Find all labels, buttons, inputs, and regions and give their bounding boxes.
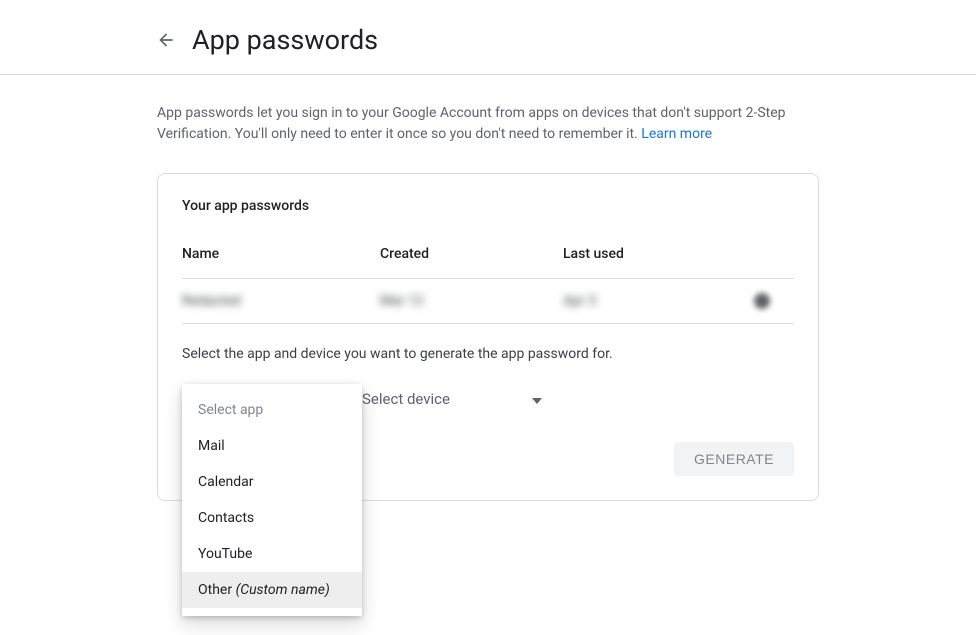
row-name: Redacted [182, 293, 380, 309]
app-passwords-card: Your app passwords Name Created Last use… [157, 173, 819, 501]
select-device-label: Select device [362, 390, 450, 408]
column-name: Name [182, 246, 380, 262]
dropdown-item-calendar[interactable]: Calendar [182, 464, 362, 500]
row-created: Mar 12 [380, 293, 563, 309]
dropdown-item-other[interactable]: Other (Custom name) [182, 572, 362, 608]
chevron-down-icon [532, 390, 542, 408]
other-prefix: Other [198, 582, 236, 598]
delete-icon [754, 293, 770, 309]
column-created: Created [380, 246, 563, 262]
row-last-used: Apr 3 [563, 293, 754, 309]
dropdown-item-mail[interactable]: Mail [182, 428, 362, 464]
back-arrow-icon[interactable] [154, 28, 178, 52]
section-title: Your app passwords [182, 198, 794, 214]
dropdown-placeholder: Select app [182, 392, 362, 428]
page-title: App passwords [192, 24, 378, 56]
other-suffix: (Custom name) [236, 582, 330, 598]
table-row: Redacted Mar 12 Apr 3 [182, 279, 794, 323]
column-last-used: Last used [563, 246, 754, 262]
page-header: App passwords [0, 24, 976, 74]
column-action [754, 246, 794, 262]
selects-row: Select app Mail Calendar Contacts YouTub… [182, 384, 794, 414]
dropdown-item-youtube[interactable]: YouTube [182, 536, 362, 572]
row-divider [182, 323, 794, 324]
dropdown-item-contacts[interactable]: Contacts [182, 500, 362, 536]
table-header: Name Created Last used [182, 246, 794, 278]
select-app-dropdown[interactable]: Select app Mail Calendar Contacts YouTub… [182, 384, 362, 616]
learn-more-link[interactable]: Learn more [641, 126, 712, 142]
intro-text: App passwords let you sign in to your Go… [157, 103, 819, 145]
select-instruction: Select the app and device you want to ge… [182, 346, 794, 362]
select-device[interactable]: Select device [362, 384, 542, 414]
row-delete[interactable] [754, 293, 794, 309]
generate-button[interactable]: Generate [674, 442, 794, 476]
